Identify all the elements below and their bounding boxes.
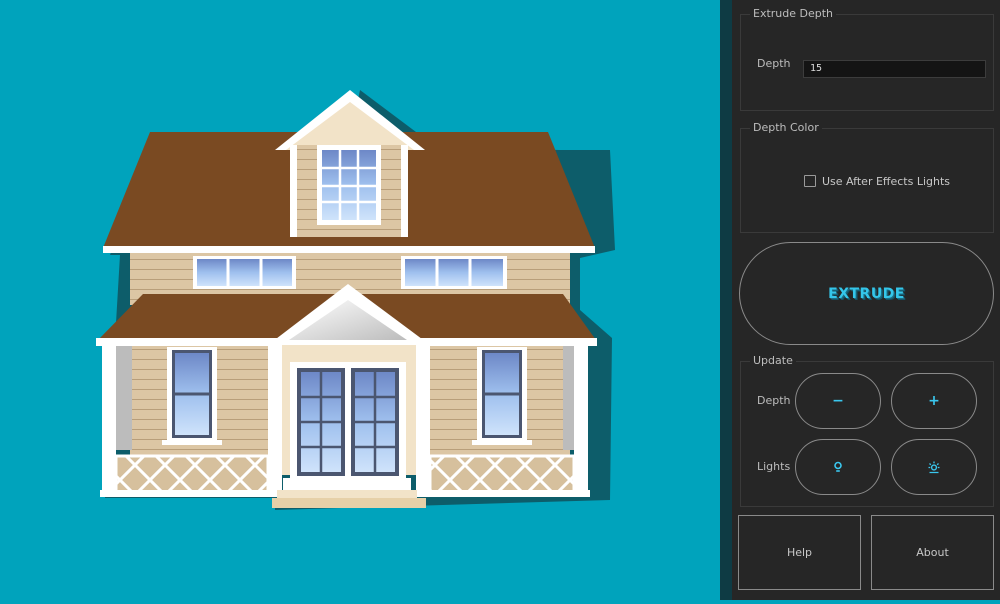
checkbox-box[interactable]: [804, 175, 816, 187]
use-ae-lights-label: Use After Effects Lights: [822, 174, 951, 188]
house-illustration: [96, 90, 615, 510]
depth-increase-button[interactable]: +: [891, 373, 977, 429]
lightbulb-icon: [834, 461, 842, 472]
composition-canvas[interactable]: [0, 0, 720, 600]
depth-color-group: Depth Color Use After Effects Lights: [740, 121, 994, 233]
depth-decrease-button[interactable]: −: [795, 373, 881, 429]
help-button[interactable]: Help: [738, 515, 861, 590]
extrude-panel: Extrude Depth Depth 15 Depth Color Use A…: [732, 0, 1000, 600]
panel-divider[interactable]: [720, 0, 732, 600]
update-legend: Update: [750, 354, 796, 367]
update-lights-label: Lights: [757, 460, 791, 473]
lights-sun-button[interactable]: [891, 439, 977, 495]
use-ae-lights-checkbox[interactable]: Use After Effects Lights: [804, 173, 950, 189]
sun-icon: [928, 461, 940, 474]
minus-icon: −: [832, 393, 844, 409]
depth-label: Depth: [757, 57, 791, 70]
update-depth-label: Depth: [757, 394, 791, 407]
lights-bulb-button[interactable]: [795, 439, 881, 495]
plus-icon: +: [928, 393, 940, 409]
extrude-depth-group: Extrude Depth Depth 15: [740, 7, 994, 111]
extrude-button[interactable]: EXTRUDE: [739, 242, 994, 345]
depth-color-legend: Depth Color: [750, 121, 822, 134]
extrude-depth-legend: Extrude Depth: [750, 7, 837, 20]
about-button[interactable]: About: [871, 515, 994, 590]
depth-input[interactable]: 15: [803, 60, 986, 78]
